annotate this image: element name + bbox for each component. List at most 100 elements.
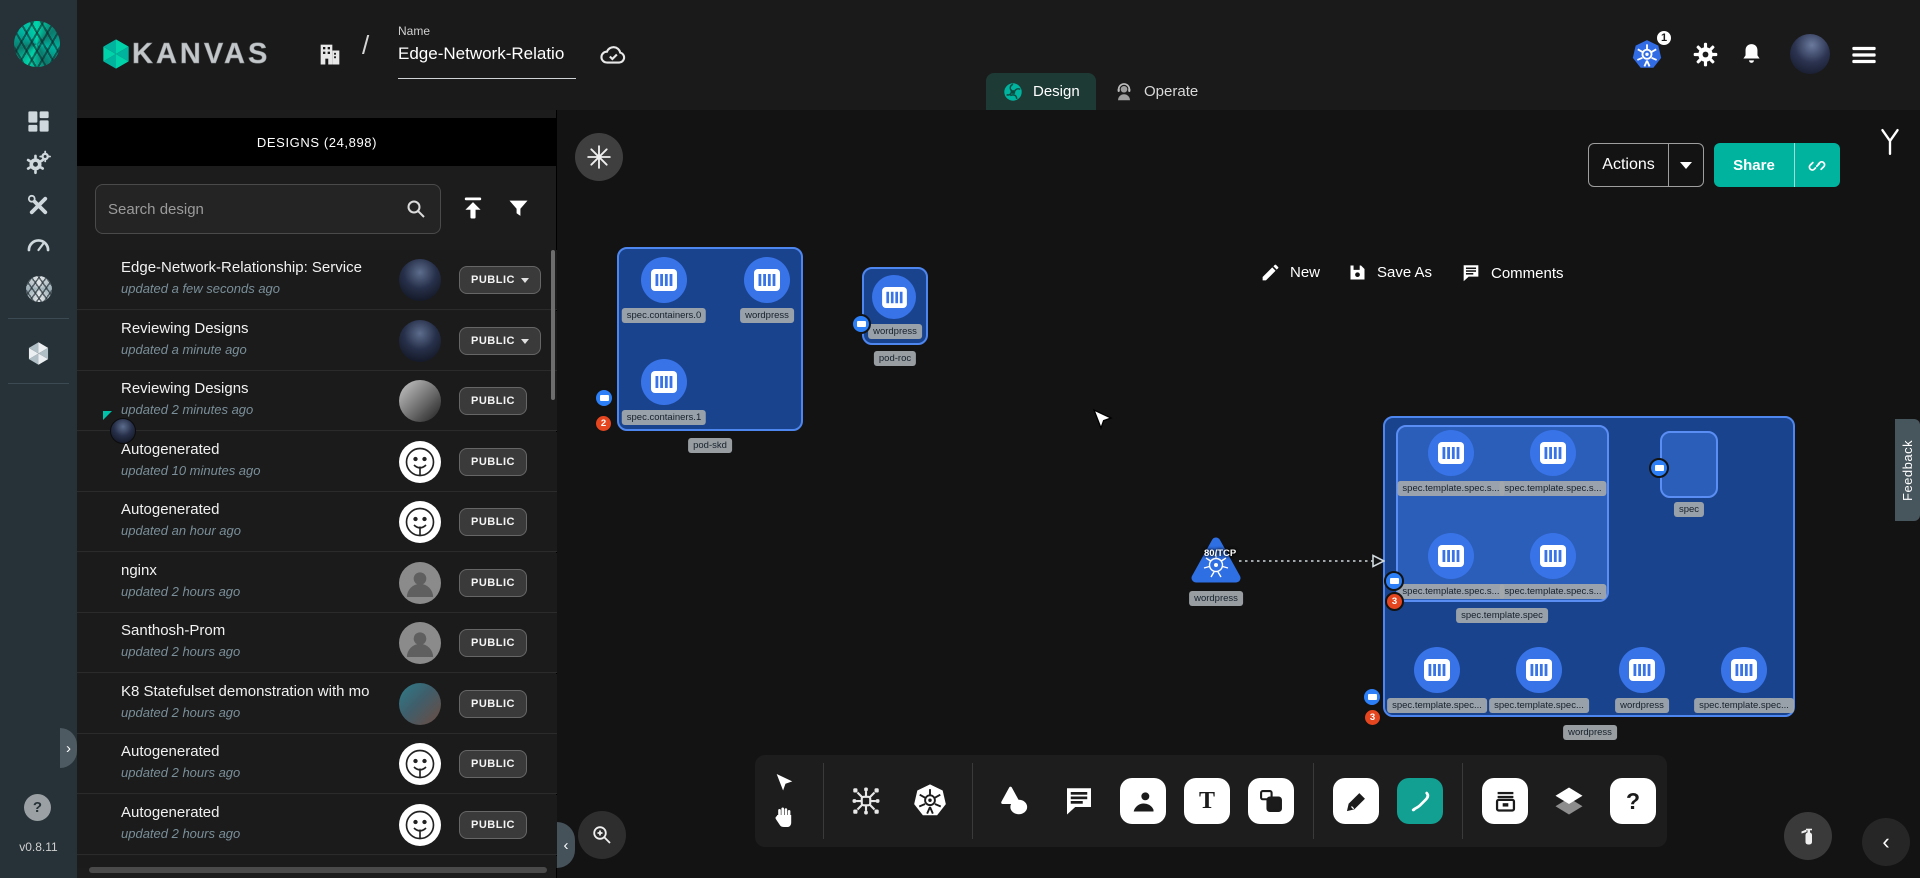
node-container-icon[interactable]	[641, 257, 687, 303]
visibility-select[interactable]: PUBLIC	[459, 266, 541, 294]
highlighter-tool-active[interactable]	[1397, 778, 1443, 824]
new-button[interactable]: New	[1260, 262, 1320, 283]
comments-icon	[1460, 262, 1482, 284]
service-label: wordpress	[1189, 591, 1243, 606]
settings-gear-icon[interactable]	[1692, 41, 1719, 68]
pod-error-badge[interactable]: 2	[594, 414, 613, 433]
node-container-icon[interactable]	[872, 275, 916, 319]
snowflake-button[interactable]	[575, 133, 623, 181]
node-container-icon[interactable]	[744, 257, 790, 303]
node-label: wordpress	[868, 324, 922, 339]
kanvas-item-icon[interactable]	[25, 340, 52, 367]
design-search-input[interactable]	[108, 201, 404, 218]
save-icon	[1347, 262, 1368, 283]
organization-icon[interactable]	[316, 40, 344, 68]
deployment-error-badge[interactable]: 3	[1363, 708, 1382, 727]
design-name: Autogenerated	[121, 804, 381, 821]
node-container-icon[interactable]	[1428, 430, 1474, 476]
save-as-button[interactable]: Save As	[1347, 262, 1432, 283]
flask-toggle-icon[interactable]	[1877, 128, 1903, 156]
comments-label: Comments	[1491, 265, 1564, 282]
toolkit-icon[interactable]	[25, 192, 52, 219]
mesh-sync-tool[interactable]	[843, 778, 889, 824]
node-container-icon[interactable]	[1428, 533, 1474, 579]
zoom-button[interactable]	[578, 811, 626, 859]
design-row[interactable]: Reviewing Designs updated a minute ago P…	[77, 311, 557, 371]
node-container-icon[interactable]	[1516, 647, 1562, 693]
design-row[interactable]: nginx updated 2 hours ago PUBLIC	[77, 553, 557, 613]
text-tool[interactable]: T	[1184, 778, 1230, 824]
design-name-input[interactable]: Edge-Network-Relatio	[398, 44, 576, 64]
notifications-bell-icon[interactable]	[1738, 41, 1765, 68]
design-row[interactable]: Santhosh-Prom updated 2 hours ago PUBLIC	[77, 613, 557, 673]
select-cursor-tool[interactable]	[773, 773, 795, 797]
design-owner-avatar	[399, 562, 441, 604]
media-tool[interactable]	[1120, 778, 1166, 824]
design-tab-label: Design	[1033, 83, 1080, 100]
node-container-icon[interactable]	[641, 359, 687, 405]
pen-tool[interactable]	[1333, 778, 1379, 824]
comments-button[interactable]: Comments	[1460, 262, 1564, 284]
design-row[interactable]: Reviewing Designs updated 2 minutes ago …	[77, 371, 557, 431]
design-row[interactable]: Autogenerated updated 10 minutes ago PUB…	[77, 432, 557, 492]
sidebar-expand-button[interactable]: ›	[60, 728, 77, 768]
layers-tool[interactable]	[1546, 778, 1592, 824]
node-container-icon[interactable]	[1721, 647, 1767, 693]
save-as-label: Save As	[1377, 264, 1432, 281]
node-spec[interactable]	[1660, 431, 1718, 498]
design-name: Santhosh-Prom	[121, 622, 381, 639]
design-canvas[interactable]: New Save As Comments Actions Share	[557, 110, 1920, 878]
actions-caret-button[interactable]	[1669, 162, 1703, 169]
design-row[interactable]: Edge-Network-Relationship: Service updat…	[77, 250, 557, 310]
list-scrollbar-vertical[interactable]	[551, 250, 555, 400]
node-container-icon[interactable]	[1530, 533, 1576, 579]
meshery-item-icon[interactable]	[26, 276, 52, 302]
node-service-wordpress[interactable]	[1190, 536, 1242, 584]
design-row[interactable]: Autogenerated updated 2 hours ago PUBLIC	[77, 795, 557, 855]
feedback-tab[interactable]: Feedback	[1895, 419, 1920, 521]
list-scrollbar-horizontal[interactable]	[89, 867, 547, 873]
design-search-box[interactable]	[95, 184, 441, 234]
note-tool[interactable]	[1248, 778, 1294, 824]
node-label: spec.template.spec...	[1694, 698, 1794, 713]
node-container-icon[interactable]	[1530, 430, 1576, 476]
help-button[interactable]: ?	[24, 794, 51, 821]
drawer-tool[interactable]	[1482, 778, 1528, 824]
design-updated: updated 2 hours ago	[121, 826, 240, 841]
kubernetes-tool[interactable]	[907, 778, 953, 824]
design-updated: updated 2 minutes ago	[121, 402, 253, 417]
design-row[interactable]: Autogenerated updated 2 hours ago PUBLIC	[77, 734, 557, 794]
filter-icon[interactable]	[505, 195, 532, 222]
designs-panel: DESIGNS (24,898) Edge-Network-Relationsh…	[77, 110, 557, 878]
collapse-right-dock-button[interactable]: ‹	[1862, 818, 1910, 866]
user-avatar[interactable]	[1790, 34, 1830, 74]
design-row[interactable]: Autogenerated updated an hour ago PUBLIC	[77, 492, 557, 552]
share-button[interactable]: Share	[1714, 143, 1840, 187]
template-error-badge[interactable]: 3	[1385, 592, 1404, 611]
actions-dropdown-button[interactable]: Actions	[1588, 143, 1704, 187]
help-tool-glyph: ?	[1626, 788, 1640, 815]
pod-status-badge	[851, 314, 871, 334]
tab-operate[interactable]: Operate	[1097, 73, 1214, 110]
visibility-badge: PUBLIC	[459, 629, 527, 657]
performance-gauge-icon[interactable]	[25, 232, 52, 259]
shapes-tool[interactable]	[992, 778, 1038, 824]
tab-design[interactable]: Design	[986, 73, 1096, 110]
node-container-icon[interactable]	[1414, 647, 1460, 693]
lifecycle-gears-icon[interactable]	[24, 148, 53, 177]
visibility-select[interactable]: PUBLIC	[459, 327, 541, 355]
pan-hand-tool[interactable]	[772, 805, 796, 829]
edge-service-to-deployment[interactable]	[1239, 554, 1385, 568]
dashboard-icon[interactable]	[25, 108, 52, 135]
comment-tool[interactable]	[1056, 778, 1102, 824]
extinguisher-button[interactable]	[1784, 812, 1832, 860]
help-tool[interactable]: ?	[1610, 778, 1656, 824]
node-container-icon[interactable]	[1619, 647, 1665, 693]
design-row[interactable]: K8 Statefulset demonstration with mo upd…	[77, 674, 557, 734]
meshery-logo[interactable]	[14, 21, 60, 67]
hamburger-menu-icon[interactable]	[1850, 41, 1878, 69]
copy-link-button[interactable]	[1795, 155, 1840, 175]
import-design-icon[interactable]	[459, 194, 487, 222]
collapse-panel-button[interactable]: ‹	[557, 822, 575, 868]
visibility-badge: PUBLIC	[459, 690, 527, 718]
